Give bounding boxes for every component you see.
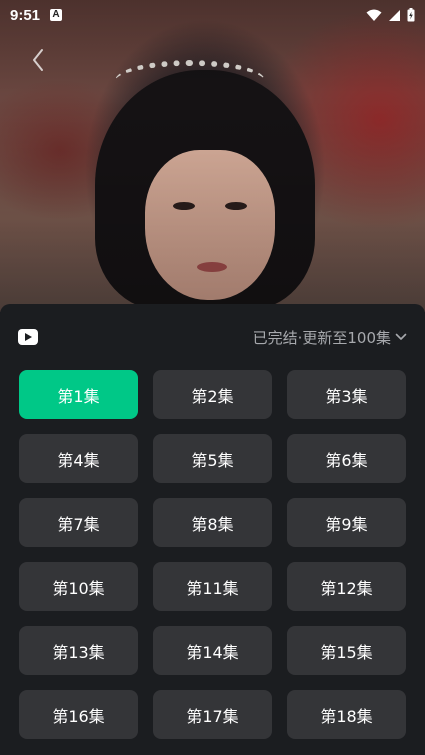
signal-icon xyxy=(389,9,400,21)
episode-button[interactable]: 第8集 xyxy=(153,498,272,547)
episode-grid: 第1集 第2集 第3集 第4集 第5集 第6集 第7集 第8集 第9集 第10集 第11集 第12集第… xyxy=(19,370,406,739)
wifi-icon xyxy=(366,9,382,21)
episode-button[interactable]: 第5集 xyxy=(153,434,272,483)
status-bar: 9:51 A xyxy=(0,0,425,30)
video-player[interactable] xyxy=(0,0,425,312)
episode-button[interactable]: 第2集 xyxy=(153,370,272,419)
episode-sheet-header: 已完结·更新至100集 xyxy=(18,324,407,350)
a-icon: A xyxy=(50,9,63,21)
status-time: 9:51 xyxy=(10,6,41,24)
back-button[interactable] xyxy=(26,46,50,74)
episode-button[interactable]: 第6集 xyxy=(287,434,406,483)
chevron-down-icon xyxy=(395,333,407,340)
episode-status-label: 已完结·更新至100集 xyxy=(252,328,391,347)
episode-button[interactable]: 第4集 xyxy=(19,434,138,483)
battery-icon xyxy=(407,8,415,22)
episode-button[interactable]: 第3集 xyxy=(287,370,406,419)
episode-button[interactable]: 第9集 xyxy=(287,498,406,547)
episode-button[interactable]: 第16集 xyxy=(19,690,138,739)
episode-button[interactable]: 第11集 xyxy=(153,562,272,611)
chevron-left-icon xyxy=(33,49,43,71)
episode-button[interactable]: 第17集 xyxy=(153,690,272,739)
play-badge-icon xyxy=(18,329,38,345)
episode-button[interactable]: 第13集 xyxy=(19,626,138,675)
episode-button[interactable]: 第1集 xyxy=(19,370,138,419)
episode-button[interactable]: 第7集 xyxy=(19,498,138,547)
episode-button[interactable]: 第18集 xyxy=(287,690,406,739)
episode-sheet: 已完结·更新至100集 第1集 第2集 第3集 第4集 第5集 第6集 第7集 第8集 第9集第… xyxy=(0,304,425,755)
episode-status-toggle[interactable]: 已完结·更新至100集 xyxy=(253,327,407,348)
episode-button[interactable]: 第14集 xyxy=(153,626,272,675)
episode-button[interactable]: 第12集 xyxy=(287,562,406,611)
episode-button[interactable]: 第10集 xyxy=(19,562,138,611)
episode-button[interactable]: 第15集 xyxy=(287,626,406,675)
